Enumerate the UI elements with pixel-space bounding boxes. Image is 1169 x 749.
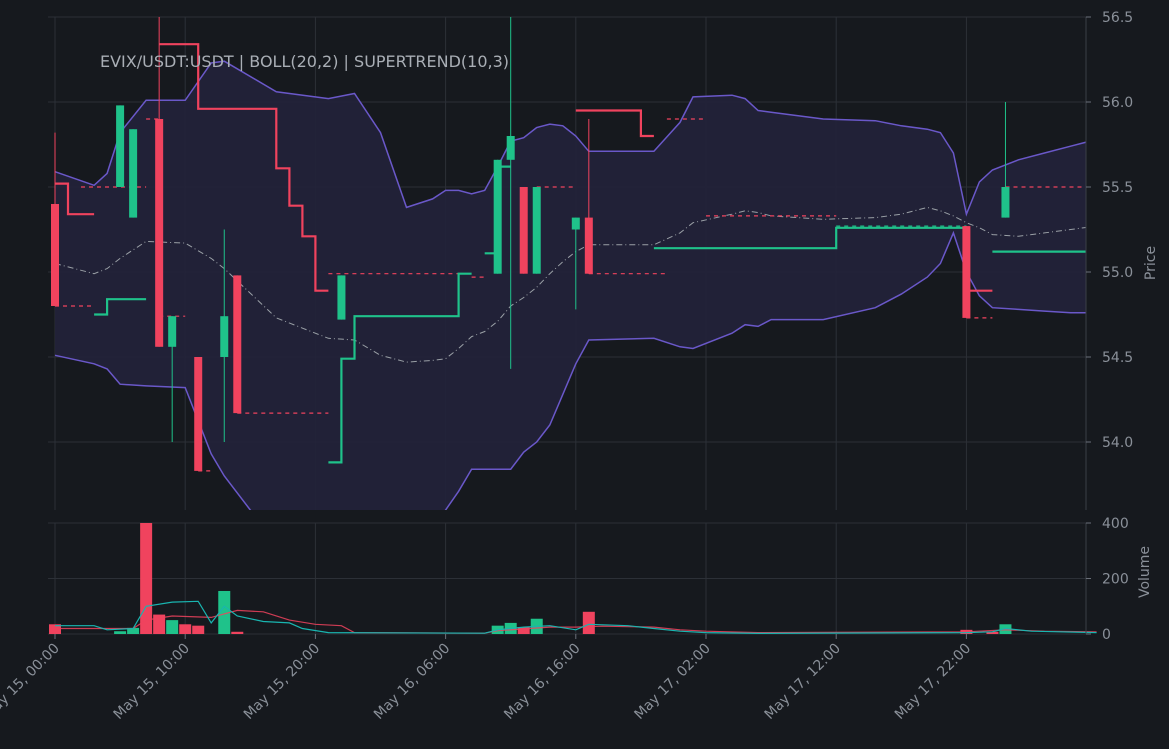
volume-bar bbox=[192, 625, 205, 634]
candle-body bbox=[233, 275, 242, 414]
candle-body bbox=[337, 275, 346, 320]
chart-svg: 54.054.555.055.556.056.50200400May 15, 0… bbox=[0, 0, 1169, 745]
price-tick-label: 54.5 bbox=[1102, 350, 1133, 366]
candle-body bbox=[584, 217, 593, 274]
volume-tick-label: 400 bbox=[1102, 516, 1129, 532]
volume-tick-label: 200 bbox=[1102, 572, 1129, 588]
candle-body bbox=[51, 204, 59, 306]
candle-body bbox=[116, 105, 125, 187]
candle-body bbox=[1001, 187, 1010, 218]
candle-body bbox=[168, 316, 177, 347]
chart-container: 54.0 54.5 55.0 55.5 56.0 56.5 0 200 400 May 15, 0… bbox=[0, 0, 1169, 745]
volume-bar bbox=[231, 631, 244, 634]
chart-title: EVIX/USDT:USDT | BOLL(20,2) | SUPERTREND… bbox=[100, 52, 509, 71]
candle-body bbox=[532, 187, 541, 274]
candle-body bbox=[155, 119, 164, 347]
volume-tick-label: 0 bbox=[1102, 627, 1111, 643]
candle-body bbox=[194, 357, 203, 471]
y-axis-label-price: Price bbox=[1143, 246, 1159, 280]
candle-body bbox=[519, 187, 528, 274]
volume-bar bbox=[179, 624, 192, 634]
price-tick-label: 55.0 bbox=[1102, 265, 1133, 281]
candle-body bbox=[129, 129, 138, 218]
volume-bar bbox=[114, 631, 127, 634]
price-tick-label: 56.0 bbox=[1102, 95, 1133, 111]
volume-bar bbox=[582, 611, 595, 634]
candle-body bbox=[962, 226, 971, 318]
y-axis-label-volume: Volume bbox=[1137, 546, 1153, 598]
candle-body bbox=[493, 159, 502, 274]
candle-body bbox=[506, 136, 515, 160]
volume-bar bbox=[140, 523, 153, 634]
volume-bar bbox=[166, 620, 179, 634]
candle-body bbox=[571, 217, 580, 230]
price-tick-label: 54.0 bbox=[1102, 435, 1133, 451]
candle-body bbox=[220, 316, 229, 357]
price-tick-label: 55.5 bbox=[1102, 180, 1133, 196]
price-tick-label: 56.5 bbox=[1102, 10, 1133, 26]
